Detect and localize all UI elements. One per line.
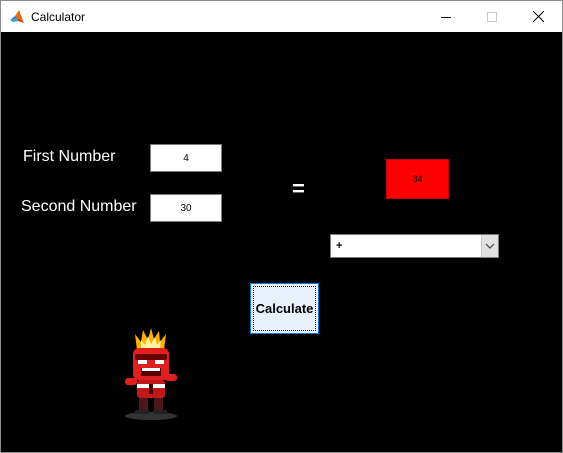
second-number-label: Second Number (21, 198, 137, 215)
minimize-icon (441, 12, 451, 22)
first-number-label: First Number (23, 148, 116, 165)
calculate-button[interactable]: Calculate (250, 283, 319, 334)
title-bar: Calculator (1, 1, 562, 32)
matlab-logo-icon (9, 9, 25, 25)
chevron-down-icon[interactable] (481, 235, 498, 257)
minimize-button[interactable] (423, 1, 469, 32)
second-number-input[interactable] (150, 194, 222, 222)
calculate-button-label: Calculate (255, 301, 314, 316)
close-button[interactable] (515, 1, 561, 32)
operator-dropdown[interactable]: + (330, 234, 499, 258)
maximize-button[interactable] (469, 1, 515, 32)
anger-character-image (111, 326, 191, 422)
maximize-icon (487, 11, 497, 22)
operator-selected-value: + (336, 240, 343, 252)
result-display: 34 (386, 159, 449, 199)
result-value: 34 (412, 174, 423, 184)
first-number-input[interactable] (150, 144, 222, 172)
calculator-panel: First Number Second Number = 34 + Calcul… (1, 32, 562, 452)
equals-sign: = (292, 176, 305, 201)
window-title: Calculator (31, 10, 86, 24)
close-icon (532, 11, 544, 22)
calculator-window: Calculator First Number Second Number (0, 0, 563, 453)
